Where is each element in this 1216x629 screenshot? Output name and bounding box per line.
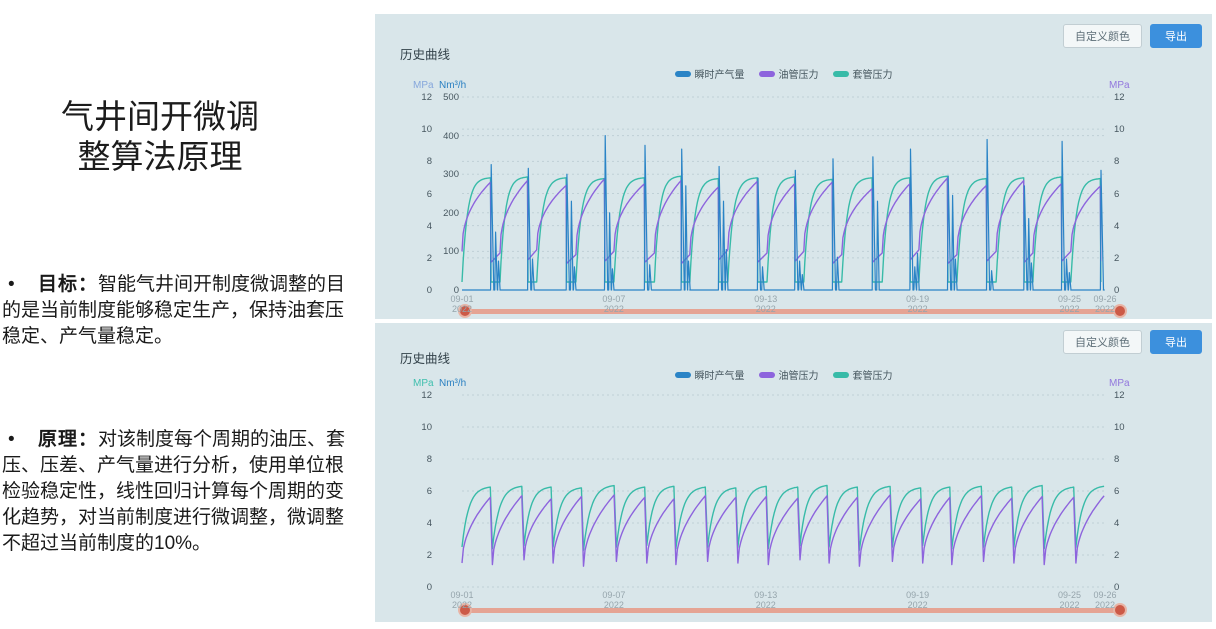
y-axis-tick-label: 4: [392, 221, 432, 232]
y-axis-tick-label: 8: [1114, 156, 1154, 167]
x-axis-tick-label: 09-262022: [1081, 294, 1129, 314]
y-axis-tick-label: 6: [392, 189, 432, 200]
bullet-dot: •: [2, 427, 38, 453]
slide-text-column: 气井间开微调 整算法原理 •目标：智能气井间开制度微调整的目的是当前制度能够稳定…: [0, 0, 370, 629]
slide-title: 气井间开微调 整算法原理: [10, 98, 310, 178]
principle-bullet: •原理：对该制度每个周期的油压、套压、压差、产气量进行分析，使用单位根检验稳定性…: [2, 427, 362, 557]
x-axis-tick-label: 09-072022: [590, 294, 638, 314]
y-axis-tick-label: 2: [1114, 550, 1154, 561]
y-axis-tick-label: 4: [392, 518, 432, 529]
y-axis-tick-label: 100: [419, 246, 459, 257]
bullet-dot: •: [2, 272, 38, 298]
y-axis-tick-label: 8: [392, 156, 432, 167]
y-axis-tick-label: 4: [1114, 221, 1154, 232]
goal-label: 目标：: [38, 274, 98, 295]
goal-bullet: •目标：智能气井间开制度微调整的目的是当前制度能够稳定生产，保持油套压稳定、产气…: [2, 272, 362, 350]
x-axis-tick-label: 09-132022: [742, 294, 790, 314]
series-line-油管压力: [462, 495, 1104, 566]
y-axis-tick-label: 200: [419, 208, 459, 219]
x-axis-tick-label: 09-012022: [438, 294, 486, 314]
y-axis-tick-label: 12: [1114, 92, 1154, 103]
x-axis-tick-label: 09-012022: [438, 590, 486, 610]
series-line-油管压力: [462, 178, 1101, 263]
y-axis-tick-label: 10: [1114, 422, 1154, 433]
x-axis-tick-label: 09-192022: [894, 294, 942, 314]
y-axis-tick-label: 500: [419, 92, 459, 103]
y-axis-tick-label: 6: [1114, 189, 1154, 200]
y-axis-tick-label: 2: [392, 550, 432, 561]
slide-title-line2: 整算法原理: [78, 140, 243, 176]
y-axis-tick-label: 10: [392, 422, 432, 433]
x-axis-tick-label: 09-192022: [894, 590, 942, 610]
y-axis-tick-label: 4: [1114, 518, 1154, 529]
datazoom-slider[interactable]: [465, 309, 1120, 314]
x-axis-tick-label: 09-132022: [742, 590, 790, 610]
y-axis-tick-label: 8: [392, 454, 432, 465]
y-axis-tick-label: 6: [1114, 486, 1154, 497]
y-axis-tick-label: 300: [419, 169, 459, 180]
history-curve-panel-bottom: 自定义颜色 导出 历史曲线 瞬时产气量油管压力套管压力 MPa Nm³/h MP…: [375, 323, 1212, 622]
chart-canvas-top[interactable]: [375, 14, 1212, 319]
datazoom-slider[interactable]: [465, 608, 1120, 613]
y-axis-tick-label: 8: [1114, 454, 1154, 465]
y-axis-tick-label: 12: [392, 390, 432, 401]
history-curve-panel-top: 自定义颜色 导出 历史曲线 瞬时产气量油管压力套管压力 MPa Nm³/h MP…: [375, 14, 1212, 319]
y-axis-tick-label: 2: [1114, 253, 1154, 264]
slide-title-line1: 气井间开微调: [61, 100, 259, 136]
principle-label: 原理：: [38, 429, 98, 450]
chart-canvas-bottom[interactable]: [375, 323, 1212, 622]
x-axis-tick-label: 09-262022: [1081, 590, 1129, 610]
x-axis-tick-label: 09-072022: [590, 590, 638, 610]
series-line-套管压力: [462, 176, 1101, 282]
y-axis-tick-label: 6: [392, 486, 432, 497]
y-axis-tick-label: 400: [419, 131, 459, 142]
y-axis-tick-label: 0: [392, 582, 432, 593]
y-axis-tick-label: 10: [1114, 124, 1154, 135]
y-axis-tick-label: 12: [1114, 390, 1154, 401]
